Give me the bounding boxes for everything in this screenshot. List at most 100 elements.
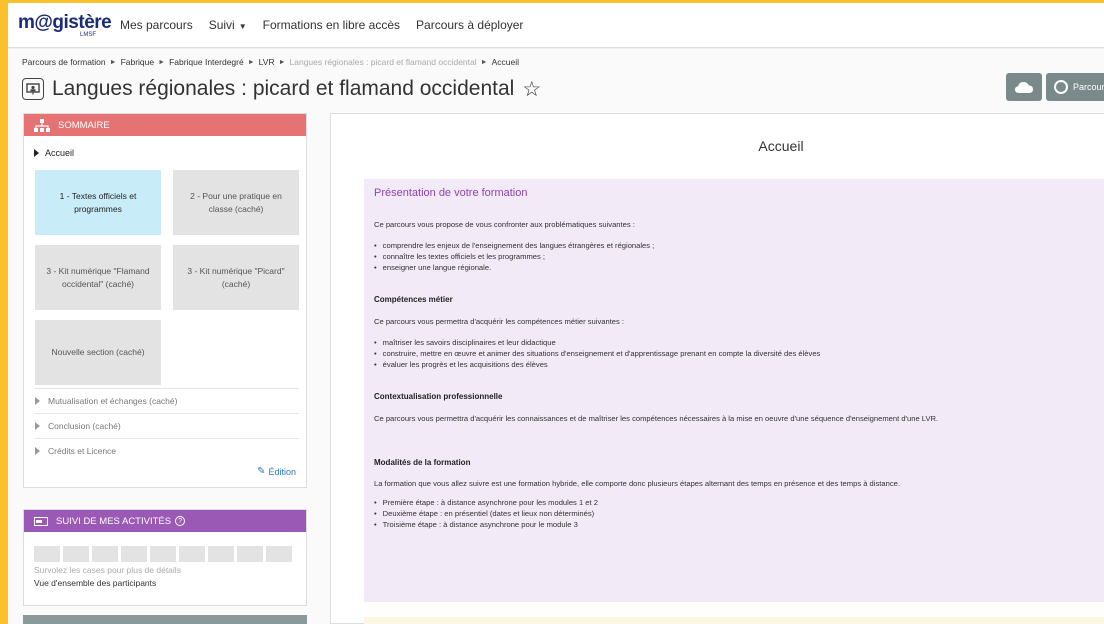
sommaire-accueil[interactable]: Accueil bbox=[34, 148, 306, 158]
next-content-box bbox=[364, 617, 1104, 624]
nav-parcours-deployer[interactable]: Parcours à déployer bbox=[416, 18, 523, 32]
breadcrumb-separator-icon: ► bbox=[109, 58, 117, 66]
suivi-header: SUIVI DE MES ACTIVITÉS ? bbox=[24, 510, 306, 532]
presentation-icon bbox=[22, 78, 44, 100]
hover-hint: Survolez les cases pour plus de détails bbox=[34, 565, 181, 575]
star-icon[interactable]: ☆ bbox=[522, 77, 541, 102]
section-collapsed-label: Conclusion (caché) bbox=[48, 421, 121, 431]
activity-box[interactable] bbox=[237, 546, 263, 562]
section-tile[interactable]: 2 - Pour une pratique en classe (caché) bbox=[173, 170, 299, 235]
breadcrumb-item[interactable]: Parcours de formation bbox=[22, 57, 106, 67]
breadcrumb-current: Accueil bbox=[491, 57, 519, 67]
modalites-list: Première étape : à distance asynchrone p… bbox=[374, 497, 1099, 530]
sommaire-title: SOMMAIRE bbox=[58, 119, 110, 131]
progress-bar-icon bbox=[34, 516, 48, 526]
pencil-icon: ✎ bbox=[257, 466, 266, 477]
list-item: enseigner une langue régionale. bbox=[374, 262, 1099, 273]
list-item: Première étape : à distance asynchrone p… bbox=[374, 497, 1099, 508]
section-tile[interactable]: 3 - Kit numérique "Flamand occidental" (… bbox=[35, 245, 161, 310]
edition-link[interactable]: ✎ Édition bbox=[257, 466, 296, 477]
main-nav: Mes parcours Suivi ▼ Formations en libre … bbox=[120, 18, 539, 32]
section-tile[interactable]: Nouvelle section (caché) bbox=[35, 320, 161, 385]
left-accent-strip bbox=[0, 0, 8, 624]
breadcrumb-separator-icon: ► bbox=[278, 58, 286, 66]
expand-arrow-icon bbox=[35, 397, 40, 405]
activity-box[interactable] bbox=[150, 546, 176, 562]
suivi-title: SUIVI DE MES ACTIVITÉS bbox=[56, 515, 172, 527]
competences-intro: Ce parcours vous permettra d'acquérir le… bbox=[374, 317, 625, 326]
activity-box[interactable] bbox=[92, 546, 118, 562]
circle-arrow-icon bbox=[1054, 80, 1068, 94]
list-item: évaluer les progrès et les acquisitions … bbox=[374, 359, 1099, 370]
suivi-block: SUIVI DE MES ACTIVITÉS ? Survolez les ca… bbox=[23, 509, 307, 606]
activity-box[interactable] bbox=[121, 546, 147, 562]
section-tile[interactable]: 3 - Kit numérique "Picard" (caché) bbox=[173, 245, 299, 310]
activity-box[interactable] bbox=[179, 546, 205, 562]
modalites-title: Modalités de la formation bbox=[374, 458, 471, 467]
main-area: Parcours de formation ► Fabrique ► Fabri… bbox=[8, 49, 1104, 624]
content-title: Accueil bbox=[758, 138, 804, 154]
section-collapsed[interactable]: Conclusion (caché) bbox=[35, 421, 121, 431]
expand-arrow-icon bbox=[35, 422, 40, 430]
context-title: Contextualisation professionnelle bbox=[374, 392, 503, 401]
activity-box[interactable] bbox=[34, 546, 60, 562]
top-navbar: m@gistère LMSF Mes parcours Suivi ▼ Forma… bbox=[8, 3, 1104, 48]
activity-boxes bbox=[34, 546, 306, 562]
sommaire-accueil-label: Accueil bbox=[45, 148, 75, 158]
divider bbox=[35, 413, 299, 414]
intro-list: comprendre les enjeux de l'enseignement … bbox=[374, 240, 1099, 273]
help-icon[interactable]: ? bbox=[175, 516, 186, 526]
logo-text: m@gistère bbox=[18, 12, 112, 33]
breadcrumb-separator-icon: ► bbox=[480, 58, 488, 66]
sommaire-block: SOMMAIRE Accueil 1 - Textes officiels et… bbox=[23, 113, 307, 488]
activity-box[interactable] bbox=[208, 546, 234, 562]
sommaire-header: SOMMAIRE bbox=[24, 114, 306, 136]
intro-text: Ce parcours vous propose de vous confron… bbox=[374, 220, 635, 229]
section-collapsed[interactable]: Crédits et Licence bbox=[35, 446, 116, 456]
list-item: maîtriser les savoirs disciplinaires et … bbox=[374, 337, 1099, 348]
presentation-box: Présentation de votre formation Ce parco… bbox=[364, 179, 1104, 602]
nav-libre-acces[interactable]: Formations en libre accès bbox=[263, 18, 400, 32]
breadcrumb-separator-icon: ► bbox=[158, 58, 166, 66]
section-collapsed[interactable]: Mutualisation et échanges (caché) bbox=[35, 396, 177, 406]
activity-box[interactable] bbox=[63, 546, 89, 562]
modalites-text: La formation que vous allez suivre est u… bbox=[374, 479, 900, 488]
breadcrumb-item[interactable]: Langues régionales : picard et flamand o… bbox=[290, 57, 477, 67]
cloud-button[interactable] bbox=[1006, 73, 1042, 101]
list-item: construire, mettre en œuvre et animer de… bbox=[374, 348, 1099, 359]
activity-box[interactable] bbox=[266, 546, 292, 562]
breadcrumb-separator-icon: ► bbox=[247, 58, 255, 66]
logo-subtext: LMSF bbox=[80, 32, 97, 38]
breadcrumb: Parcours de formation ► Fabrique ► Fabri… bbox=[22, 57, 519, 67]
section-collapsed-label: Crédits et Licence bbox=[48, 446, 117, 456]
competences-title: Compétences métier bbox=[374, 295, 453, 304]
list-item: Deuxième étape : en présentiel (dates et… bbox=[374, 508, 1099, 519]
nav-suivi-label: Suivi bbox=[208, 18, 235, 32]
nav-mes-parcours[interactable]: Mes parcours bbox=[120, 18, 193, 32]
breadcrumb-item[interactable]: Fabrique Interdegré bbox=[169, 57, 244, 67]
list-item: connaître les textes officiels et les pr… bbox=[374, 251, 1099, 262]
breadcrumb-item[interactable]: Fabrique bbox=[121, 57, 155, 67]
magistere-logo[interactable]: m@gistère LMSF bbox=[18, 8, 112, 42]
divider bbox=[35, 388, 299, 389]
context-text: Ce parcours vous permettra d'acquérir le… bbox=[374, 414, 939, 423]
participants-overview-link[interactable]: Vue d'ensemble des participants bbox=[34, 578, 306, 588]
list-item: comprendre les enjeux de l'enseignement … bbox=[374, 240, 1099, 251]
edition-label: Édition bbox=[268, 466, 296, 477]
page-actions: Parcours bbox=[1006, 73, 1104, 101]
next-block-header bbox=[23, 615, 307, 624]
cloud-icon bbox=[1015, 81, 1033, 93]
breadcrumb-item[interactable]: LVR bbox=[259, 57, 275, 67]
page-title-row: Langues régionales : picard et flamand o… bbox=[22, 73, 541, 105]
section-tile[interactable]: 1 - Textes officiels et programmes bbox=[35, 170, 161, 235]
sitemap-icon bbox=[34, 118, 50, 132]
competences-list: maîtriser les savoirs disciplinaires et … bbox=[374, 337, 1099, 370]
divider bbox=[35, 438, 299, 439]
expand-arrow-icon bbox=[34, 149, 39, 157]
content-panel: Accueil Présentation de votre formation … bbox=[330, 113, 1104, 624]
nav-suivi[interactable]: Suivi ▼ bbox=[209, 18, 247, 32]
parcours-button[interactable]: Parcours bbox=[1046, 73, 1104, 101]
page-title: Langues régionales : picard et flamand o… bbox=[52, 77, 515, 100]
section-collapsed-label: Mutualisation et échanges (caché) bbox=[48, 396, 178, 406]
parcours-button-label: Parcours bbox=[1073, 82, 1104, 92]
